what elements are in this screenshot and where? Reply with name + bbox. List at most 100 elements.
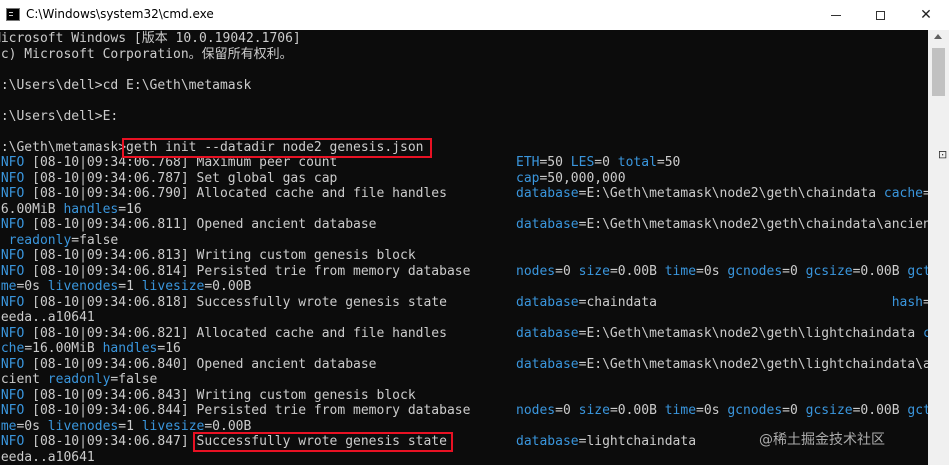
- console-text: aeeda..a10641: [0, 310, 95, 325]
- window-title: C:\Windows\system32\cmd.exe: [26, 7, 214, 21]
- console-field-text: =0s: [696, 403, 728, 418]
- console-line: E:\Geth\metamask>geth init --datadir nod…: [0, 140, 928, 155]
- console-field-text: =0.00B: [609, 263, 665, 279]
- console-field-text: =50: [656, 155, 681, 170]
- console-text: readonly: [8, 232, 72, 248]
- console-text: INFO: [0, 170, 25, 186]
- console-field-text: total: [617, 155, 657, 170]
- console-field-text: =E:\Geth\metamask\node2\geth\lightchaind…: [578, 325, 923, 341]
- maximize-icon: [875, 10, 885, 20]
- console-line: INFO [08-10|09:34:06.840] Opened ancient…: [0, 357, 928, 372]
- console-text: INFO: [0, 217, 25, 232]
- console-text: =0s: [16, 279, 48, 294]
- vertical-scrollbar[interactable]: [928, 30, 949, 465]
- console-text: [08-10|09:34:06.821] Allocated cache and…: [24, 325, 447, 341]
- console-field-text: LES: [570, 155, 595, 170]
- console-fields: database=lightchaindata: [516, 434, 696, 449]
- console-text: =16: [157, 341, 181, 356]
- console-output[interactable]: Microsoft Windows [版本 10.0.19042.1706] (c…: [0, 30, 928, 465]
- console-line: (c) Microsoft Corporation。保留所有权利。: [0, 47, 928, 62]
- console-line: 16.00MiB handles=16: [0, 202, 928, 217]
- console-text: aeeda..a10641: [0, 449, 95, 465]
- console-field-text: time: [664, 263, 697, 279]
- title-bar[interactable]: C:\Windows\system32\cmd.exe ✕: [0, 0, 949, 30]
- console-text: [08-10|09:34:06.840] Opened ancient data…: [24, 356, 377, 372]
- console-field-text: database: [516, 294, 579, 310]
- console-field-text: gcnodes: [727, 263, 783, 279]
- scroll-thumb[interactable]: [932, 48, 945, 96]
- console-text: INFO: [0, 263, 25, 279]
- console-field-text: database: [516, 356, 579, 372]
- console-text: ime: [0, 418, 17, 434]
- console-text: readonly: [47, 372, 111, 387]
- console-field-text: =0: [555, 403, 579, 418]
- console-fields: cap=50,000,000: [516, 171, 626, 186]
- console-field-text: gct: [907, 263, 928, 279]
- console-field-text: =0: [782, 403, 806, 418]
- console-line: INFO [08-10|09:34:06.844] Persisted trie…: [0, 403, 928, 418]
- console-fields: database=E:\Geth\metamask\node2\geth\lig…: [516, 357, 928, 372]
- console-field-text: =chaindata: [578, 294, 892, 310]
- console-field-text: =0s: [696, 263, 728, 279]
- console-field-text: =E:\Geth\metamask\node2\geth\chaindata\a…: [578, 217, 928, 232]
- console-line: INFO [08-10|09:34:06.843] Writing custom…: [0, 388, 928, 403]
- console-field-text: gct: [907, 403, 928, 418]
- console-field-text: database: [516, 325, 579, 341]
- console-text: [08-10|09:34:06.787] Set global gas cap: [24, 170, 338, 186]
- console-fields: database=E:\Geth\metamask\node2\geth\cha…: [516, 186, 928, 201]
- console-fields: database=E:\Geth\metamask\node2\geth\lig…: [516, 326, 928, 341]
- console-line: aeeda..a10641: [0, 310, 928, 325]
- console-text: C:\Users\dell>cd E:\Geth\metamask: [0, 77, 252, 93]
- console-text: Microsoft Windows [版本 10.0.19042.1706]: [0, 31, 301, 46]
- console-line: INFO [08-10|09:34:06.814] Persisted trie…: [0, 264, 928, 279]
- scroll-up-icon[interactable]: [934, 34, 942, 39]
- console-fields: database=chaindata hash=a: [516, 295, 928, 310]
- console-text: livenodes: [47, 418, 119, 434]
- maximize-button[interactable]: [857, 0, 903, 30]
- console-line: INFO [08-10|09:34:06.818] Successfully w…: [0, 295, 928, 310]
- console-text: [08-10|09:34:06.843] Writing custom gene…: [24, 387, 416, 403]
- console-text: INFO: [0, 294, 25, 310]
- console-line: Microsoft Windows [版本 10.0.19042.1706]: [0, 31, 928, 46]
- console-line: INFO [08-10|09:34:06.790] Allocated cach…: [0, 186, 928, 201]
- console-field-text: =0: [782, 263, 806, 279]
- console-text: INFO: [0, 387, 25, 403]
- console-text: =16.00MiB: [24, 341, 103, 356]
- console-text: [08-10|09:34:06.768] Maximum peer count: [24, 155, 338, 170]
- console-field-text: gcsize: [805, 263, 853, 279]
- console-line: t readonly=false: [0, 233, 928, 248]
- console-text: [08-10|09:34:06.811] Opened ancient data…: [24, 217, 377, 232]
- console-text: INFO: [0, 403, 25, 418]
- console-field-text: ETH: [516, 155, 540, 170]
- console-text: =1: [118, 418, 142, 434]
- console-text: handles: [63, 201, 119, 217]
- console-text: INFO: [0, 325, 25, 341]
- console-text: =16: [118, 201, 142, 217]
- console-text: t: [0, 233, 9, 248]
- console-field-text: =50,000,000: [539, 170, 626, 186]
- close-button[interactable]: ✕: [903, 0, 949, 30]
- console-text: [08-10|09:34:06.813] Writing custom gene…: [24, 248, 416, 263]
- console-line: INFO [08-10|09:34:06.811] Opened ancient…: [0, 217, 928, 232]
- minimize-button[interactable]: [813, 0, 859, 30]
- console-line: ncient readonly=false: [0, 372, 928, 387]
- console-field-text: size: [578, 263, 610, 279]
- console-text: [08-10|09:34:06.847] Successfully wrote …: [24, 434, 447, 449]
- console-line: INFO [08-10|09:34:06.813] Writing custom…: [0, 248, 928, 263]
- console-text: =0.00B: [204, 279, 252, 294]
- cmd-icon[interactable]: [6, 8, 20, 21]
- console-text: INFO: [0, 356, 25, 372]
- console-text: 16.00MiB: [0, 201, 64, 217]
- console-line: INFO [08-10|09:34:06.787] Set global gas…: [0, 171, 928, 186]
- console-fields: nodes=0 size=0.00B time=0s gcnodes=0 gcs…: [516, 264, 928, 279]
- console-text: handles: [102, 341, 158, 356]
- console-fields: ETH=50 LES=0 total=50: [516, 155, 680, 170]
- console-fields: nodes=0 size=0.00B time=0s gcnodes=0 gcs…: [516, 403, 928, 418]
- console-line: INFO [08-10|09:34:06.821] Allocated cach…: [0, 326, 928, 341]
- console-fields: database=E:\Geth\metamask\node2\geth\cha…: [516, 217, 928, 232]
- minimize-icon: [831, 14, 841, 16]
- console-line: ache=16.00MiB handles=16: [0, 341, 928, 356]
- console-text: C:\Users\dell>E:: [0, 108, 119, 124]
